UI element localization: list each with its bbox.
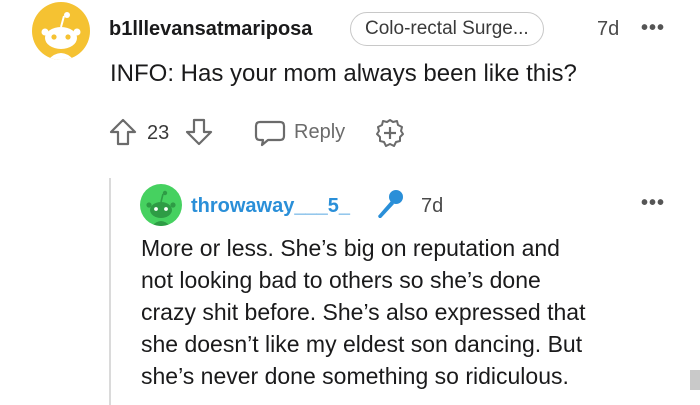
reply-body-line: she doesn’t like my eldest son dancing. … [141, 331, 583, 357]
award-plus-icon [376, 119, 404, 147]
more-options-button[interactable]: ••• [641, 17, 665, 40]
reply-body-line: she’s never done something so ridiculous… [141, 363, 569, 389]
reply-label: Reply [294, 121, 346, 143]
avatar[interactable] [32, 2, 90, 60]
snoo-avatar-icon [146, 190, 176, 226]
reply-timestamp[interactable]: 7d [421, 195, 443, 218]
downvote-button[interactable] [184, 117, 214, 147]
reply-body: More or less. She’s big on reputation an… [141, 232, 686, 392]
microphone-icon [378, 190, 403, 218]
snoo-avatar-icon [41, 12, 81, 60]
scrollbar-thumb[interactable] [690, 370, 700, 390]
vote-count: 23 [147, 122, 170, 144]
reply-avatar[interactable] [140, 184, 182, 226]
upvote-button[interactable] [108, 117, 138, 147]
comment-body: INFO: Has your mom always been like this… [110, 60, 577, 87]
reply-button[interactable]: Reply [254, 116, 364, 148]
reply-username[interactable]: throwaway___5_ [191, 195, 350, 218]
reply-body-line: crazy shit before. She’s also expressed … [141, 299, 586, 325]
comment-username[interactable]: b1lllevansatmariposa [109, 18, 312, 41]
comment-bubble-icon [254, 120, 286, 147]
moderator-badge [372, 186, 408, 222]
award-button[interactable] [374, 117, 406, 149]
upvote-icon [109, 118, 137, 146]
comment-timestamp[interactable]: 7d [597, 18, 619, 41]
reply-more-options-button[interactable]: ••• [641, 192, 665, 215]
user-flair: Colo-rectal Surge... [350, 12, 544, 46]
downvote-icon [185, 118, 213, 146]
thread-line[interactable] [109, 178, 111, 405]
reply-body-line: More or less. She’s big on reputation an… [141, 235, 560, 261]
reply-body-line: not looking bad to others so she’s done [141, 267, 541, 293]
